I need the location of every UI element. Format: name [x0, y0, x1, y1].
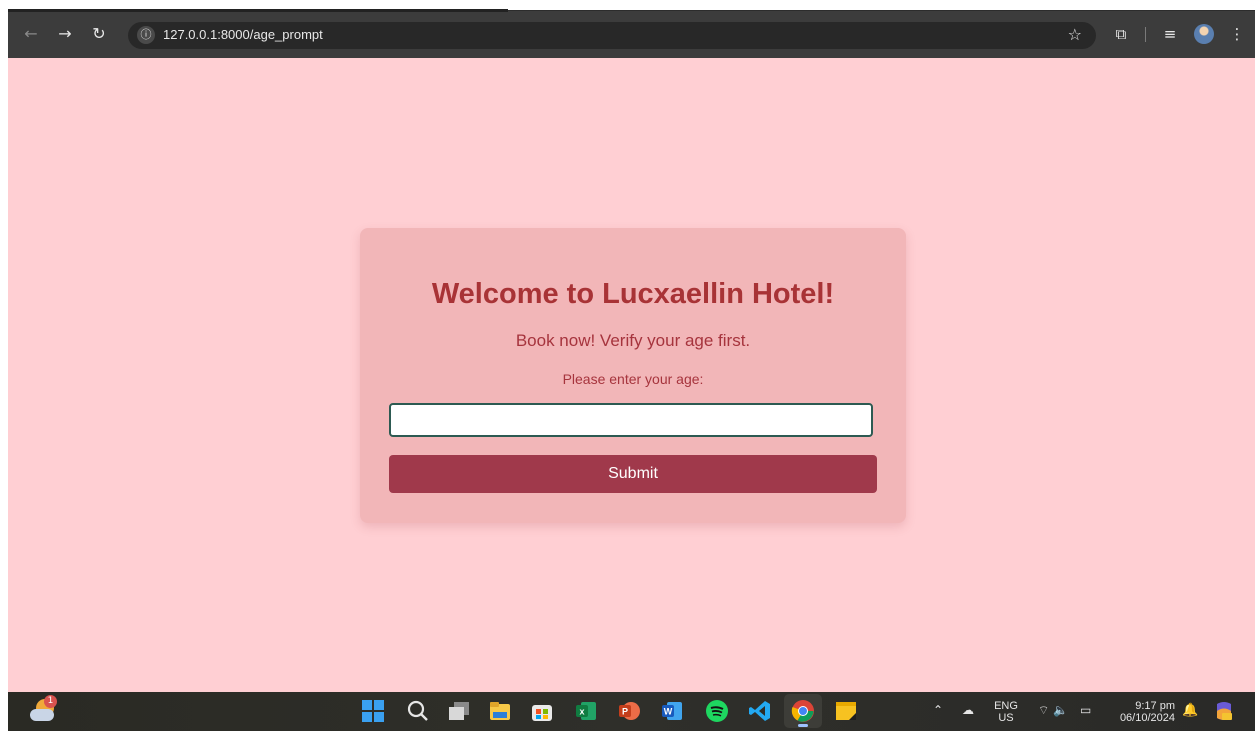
- windows-taskbar: 1 x P W ⌃ ☁ ENG US ⌔ 🔈 ▭ 9:17 pm 06/10/2…: [8, 692, 1255, 731]
- notifications-bell-icon[interactable]: 🔔: [1182, 703, 1198, 718]
- microsoft-store-icon[interactable]: [530, 699, 554, 723]
- show-hidden-icons-chevron-icon[interactable]: ⌃: [933, 703, 943, 717]
- active-indicator: [798, 724, 808, 727]
- file-explorer-icon[interactable]: [488, 699, 512, 723]
- welcome-heading: Welcome to Lucxaellin Hotel!: [431, 278, 835, 310]
- vscode-icon[interactable]: [748, 699, 772, 723]
- bookmark-star-icon[interactable]: ☆: [1068, 25, 1082, 44]
- battery-icon[interactable]: ▭: [1080, 703, 1091, 717]
- search-icon[interactable]: [406, 699, 430, 723]
- forward-icon[interactable]: →: [54, 23, 76, 45]
- profile-avatar[interactable]: [1194, 24, 1214, 44]
- chrome-icon[interactable]: [784, 694, 822, 728]
- site-info-icon[interactable]: ⓘ: [137, 26, 155, 44]
- region-code: US: [998, 712, 1014, 724]
- age-verification-card: Welcome to Lucxaellin Hotel! Book now! V…: [360, 228, 906, 523]
- powerpoint-icon[interactable]: P: [617, 699, 641, 723]
- browser-toolbar: ← → ↻ ⓘ 127.0.0.1:8000/age_prompt ☆ ⧉ ≡ …: [8, 9, 1255, 58]
- excel-icon[interactable]: x: [574, 699, 598, 723]
- word-icon[interactable]: W: [660, 699, 684, 723]
- clock-date: 06/10/2024: [1119, 712, 1175, 724]
- volume-icon[interactable]: 🔈: [1053, 703, 1068, 717]
- start-icon[interactable]: [361, 699, 385, 723]
- onedrive-cloud-icon[interactable]: ☁: [962, 703, 974, 717]
- sticky-notes-icon[interactable]: [834, 699, 858, 723]
- address-bar[interactable]: ⓘ 127.0.0.1:8000/age_prompt ☆: [128, 22, 1096, 49]
- clock-time: 9:17 pm: [1135, 700, 1175, 712]
- reload-icon[interactable]: ↻: [88, 23, 110, 45]
- age-label: Please enter your age:: [562, 371, 704, 387]
- language-code: ENG: [994, 700, 1018, 712]
- svg-text:P: P: [622, 707, 628, 717]
- weather-widget-icon[interactable]: 1: [30, 695, 57, 723]
- reading-list-icon[interactable]: ≡: [1160, 24, 1180, 44]
- wifi-icon[interactable]: ⌔: [1038, 703, 1049, 718]
- svg-text:x: x: [579, 707, 584, 717]
- clock[interactable]: 9:17 pm 06/10/2024: [1111, 700, 1175, 724]
- age-input[interactable]: [389, 403, 873, 437]
- task-view-icon[interactable]: [447, 699, 471, 723]
- copilot-icon[interactable]: [1213, 700, 1235, 722]
- menu-icon[interactable]: ⋮: [1227, 24, 1247, 44]
- notification-badge: 1: [44, 695, 57, 708]
- svg-text:W: W: [664, 707, 673, 717]
- submit-button[interactable]: Submit: [389, 455, 877, 493]
- subtitle-text: Book now! Verify your age first.: [515, 331, 751, 350]
- tab-strip: [8, 9, 508, 12]
- toolbar-divider: [1145, 27, 1146, 42]
- spotify-icon[interactable]: [705, 699, 729, 723]
- address-url[interactable]: 127.0.0.1:8000/age_prompt: [163, 27, 323, 42]
- cloud-icon: [30, 709, 54, 721]
- extensions-icon[interactable]: ⧉: [1111, 24, 1131, 44]
- back-icon[interactable]: ←: [20, 23, 42, 45]
- language-indicator[interactable]: ENG US: [994, 700, 1018, 724]
